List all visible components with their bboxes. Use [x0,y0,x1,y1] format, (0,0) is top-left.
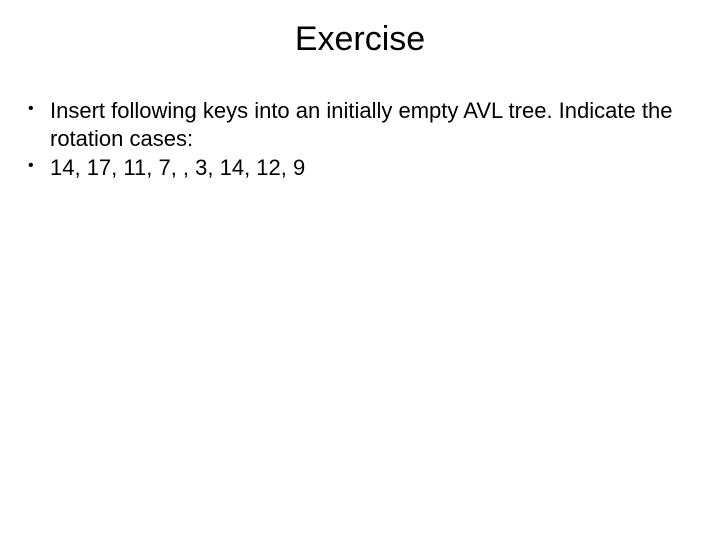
bullet-text: 14, 17, 11, 7, , 3, 14, 12, 9 [50,154,694,182]
bullet-marker-icon: • [26,97,50,119]
bullet-item: • Insert following keys into an initiall… [26,97,694,152]
bullet-item: • 14, 17, 11, 7, , 3, 14, 12, 9 [26,154,694,182]
slide-title: Exercise [0,20,720,59]
slide-container: Exercise • Insert following keys into an… [0,0,720,540]
bullet-marker-icon: • [26,154,50,176]
slide-content: • Insert following keys into an initiall… [0,97,720,182]
bullet-text: Insert following keys into an initially … [50,97,694,152]
